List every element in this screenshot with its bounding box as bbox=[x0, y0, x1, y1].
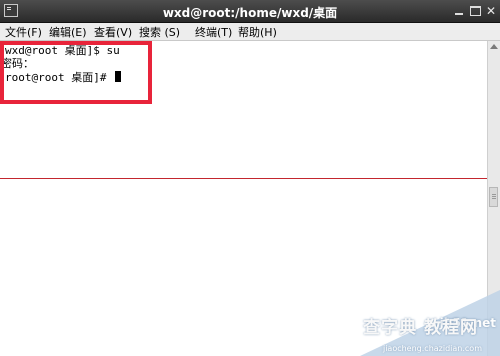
menu-help[interactable]: 帮助(H) bbox=[238, 24, 277, 40]
text-cursor bbox=[115, 71, 122, 82]
terminal-line-root-prompt: root@root 桌面]# bbox=[5, 69, 122, 85]
close-icon: ✕ bbox=[485, 4, 497, 18]
menu-search[interactable]: 搜索 (S) bbox=[139, 24, 180, 40]
scroll-thumb[interactable] bbox=[489, 187, 498, 207]
maximize-button[interactable] bbox=[467, 3, 483, 19]
menu-file[interactable]: 文件(F) bbox=[5, 24, 42, 40]
maximize-icon bbox=[469, 6, 481, 16]
menu-terminal[interactable]: 终端(T) bbox=[195, 24, 232, 40]
terminal-output[interactable]: wxd@root 桌面]$ su 密码： root@root 桌面]# bbox=[0, 41, 487, 356]
vertical-scrollbar[interactable] bbox=[487, 41, 500, 356]
minimize-icon bbox=[455, 13, 463, 15]
title-bar[interactable]: wxd@root:/home/wxd/桌面 ✕ bbox=[0, 0, 500, 23]
root-prompt-text: root@root 桌面]# bbox=[5, 71, 114, 84]
menu-view[interactable]: 查看(V) bbox=[94, 24, 132, 40]
menu-bar: 文件(F) 编辑(E) 查看(V) 搜索 (S) 终端(T) 帮助(H) bbox=[0, 23, 500, 41]
minimize-button[interactable] bbox=[451, 3, 467, 19]
window-title: wxd@root:/home/wxd/桌面 bbox=[162, 6, 338, 20]
close-button[interactable]: ✕ bbox=[483, 3, 499, 19]
menu-edit[interactable]: 编辑(E) bbox=[49, 24, 87, 40]
scroll-up-arrow-icon[interactable] bbox=[490, 44, 498, 49]
